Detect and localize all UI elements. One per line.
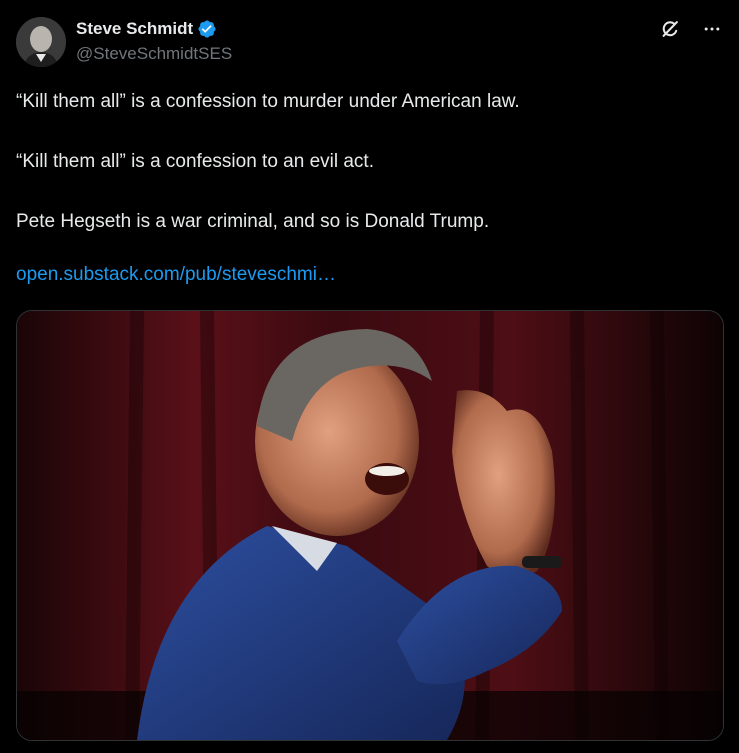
author-name-row[interactable]: Steve Schmidt [76, 17, 217, 41]
author-display-name[interactable]: Steve Schmidt [76, 19, 193, 39]
tweet-actions-top [659, 18, 723, 40]
author-handle[interactable]: @SteveSchmidtSES [76, 44, 232, 64]
post-paragraph: “Kill them all” is a confession to an ev… [16, 151, 374, 172]
post-paragraph: Pete Hegseth is a war criminal, and so i… [16, 211, 490, 232]
tweet: Steve Schmidt @SteveSchmidtSES “Kill the… [0, 0, 739, 753]
post-media-photo[interactable] [16, 310, 724, 741]
post-paragraph: “Kill them all” is a confession to murde… [16, 91, 520, 112]
photo-illustration [17, 311, 723, 740]
grok-icon[interactable] [659, 18, 681, 40]
post-link[interactable]: open.substack.com/pub/steveschmi… [16, 264, 336, 286]
more-icon[interactable] [701, 18, 723, 40]
verified-badge-icon [197, 19, 217, 39]
avatar[interactable] [16, 17, 66, 67]
post-text: “Kill them all” is a confession to murde… [16, 88, 716, 268]
